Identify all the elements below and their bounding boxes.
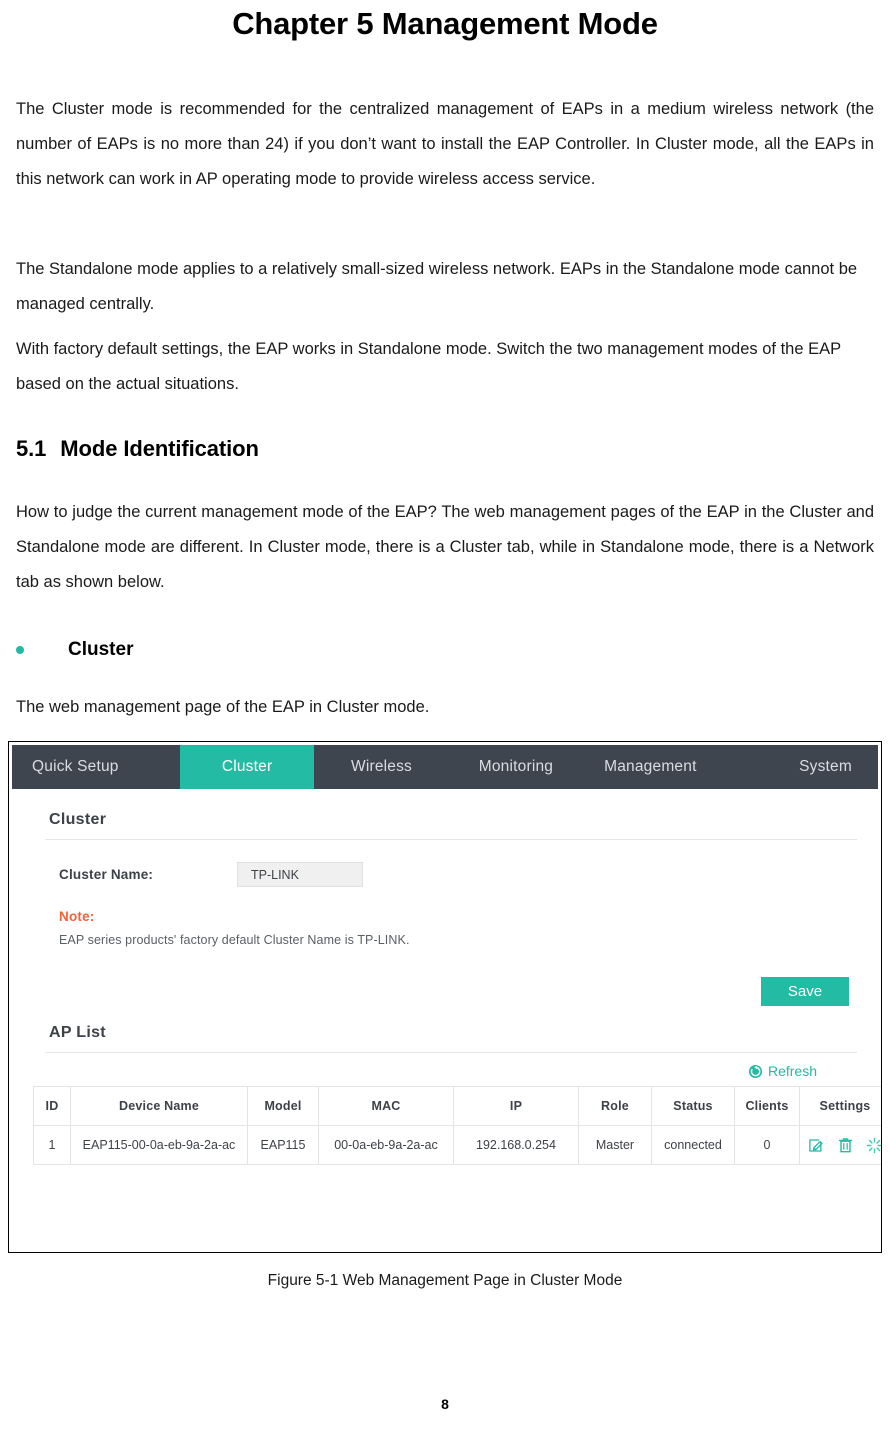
- intro-paragraph-2: The Standalone mode applies to a relativ…: [16, 260, 858, 313]
- refresh-row: Refresh: [33, 1053, 857, 1086]
- cell-settings: [799, 1125, 883, 1165]
- table-header-row: ID Device Name Model MAC IP Role Status …: [33, 1086, 881, 1126]
- column-header-id: ID: [33, 1086, 71, 1126]
- column-header-role: Role: [578, 1086, 652, 1126]
- section-paragraph: How to judge the current management mode…: [16, 503, 874, 591]
- led-blink-icon[interactable]: [866, 1137, 883, 1154]
- intro-paragraph-1: The Cluster mode is recommended for the …: [16, 100, 874, 188]
- column-header-settings: Settings: [799, 1086, 881, 1126]
- page-number: 8: [441, 1396, 449, 1412]
- column-header-clients: Clients: [734, 1086, 800, 1126]
- save-button[interactable]: Save: [761, 977, 849, 1006]
- refresh-button[interactable]: Refresh: [748, 1063, 817, 1079]
- nav-item-quick-setup[interactable]: Quick Setup: [12, 745, 180, 789]
- nav-item-monitoring[interactable]: Monitoring: [449, 745, 583, 789]
- chapter-title: Chapter 5 Management Mode: [232, 6, 658, 41]
- column-header-status: Status: [651, 1086, 735, 1126]
- edit-icon[interactable]: [808, 1137, 825, 1154]
- nav-item-system[interactable]: System: [718, 745, 878, 789]
- column-header-device-name: Device Name: [70, 1086, 248, 1126]
- row-action-icons: [802, 1137, 883, 1154]
- intro-paragraph-3: With factory default settings, the EAP w…: [16, 340, 841, 393]
- cell-role: Master: [578, 1125, 652, 1165]
- cell-id: 1: [33, 1125, 71, 1165]
- cluster-panel: Cluster Cluster Name: TP-LINK Note: EAP …: [9, 789, 881, 1165]
- ap-list-title: AP List: [49, 1024, 106, 1041]
- bullet-dot-icon: [16, 646, 24, 654]
- cluster-name-label: Cluster Name:: [59, 867, 154, 882]
- cluster-name-row: Cluster Name: TP-LINK: [33, 840, 857, 887]
- section-heading: 5.1 Mode Identification: [16, 436, 259, 462]
- cell-device-name: EAP115-00-0a-eb-9a-2a-ac: [70, 1125, 248, 1165]
- column-header-model: Model: [247, 1086, 319, 1126]
- cell-clients: 0: [734, 1125, 800, 1165]
- cell-model: EAP115: [247, 1125, 319, 1165]
- nav-item-wireless[interactable]: Wireless: [314, 745, 448, 789]
- table-row[interactable]: 1 EAP115-00-0a-eb-9a-2a-ac EAP115 00-0a-…: [33, 1125, 883, 1165]
- embedded-web-ui-screenshot: Quick Setup Cluster Wireless Monitoring …: [8, 741, 882, 1253]
- column-header-ip: IP: [453, 1086, 579, 1126]
- main-navbar: Quick Setup Cluster Wireless Monitoring …: [12, 745, 878, 789]
- figure-caption: Figure 5-1 Web Management Page in Cluste…: [267, 1272, 623, 1289]
- note-text: EAP series products' factory default Clu…: [59, 933, 410, 947]
- manual-page: Chapter 5 Management Mode The Cluster mo…: [0, 0, 890, 1434]
- note-title: Note:: [59, 909, 95, 924]
- save-row: Save: [33, 947, 857, 1006]
- cell-ip: 192.168.0.254: [453, 1125, 579, 1165]
- section-number: 5.1: [16, 436, 47, 461]
- delete-icon[interactable]: [838, 1137, 853, 1154]
- bullet-caption: The web management page of the EAP in Cl…: [16, 698, 430, 716]
- bullet-cluster: Cluster: [16, 639, 133, 661]
- cell-mac: 00-0a-eb-9a-2a-ac: [318, 1125, 454, 1165]
- nav-item-cluster[interactable]: Cluster: [179, 745, 315, 789]
- nav-item-management[interactable]: Management: [583, 745, 717, 789]
- bullet-label: Cluster: [68, 639, 134, 660]
- refresh-label: Refresh: [767, 1063, 817, 1079]
- refresh-icon: [748, 1064, 763, 1078]
- ap-list-table: ID Device Name Model MAC IP Role Status …: [33, 1086, 883, 1165]
- column-header-mac: MAC: [318, 1086, 454, 1126]
- cluster-name-input[interactable]: TP-LINK: [237, 862, 363, 887]
- cell-status: connected: [651, 1125, 735, 1165]
- section-title: Mode Identification: [60, 436, 259, 461]
- cluster-panel-title: Cluster: [49, 811, 107, 828]
